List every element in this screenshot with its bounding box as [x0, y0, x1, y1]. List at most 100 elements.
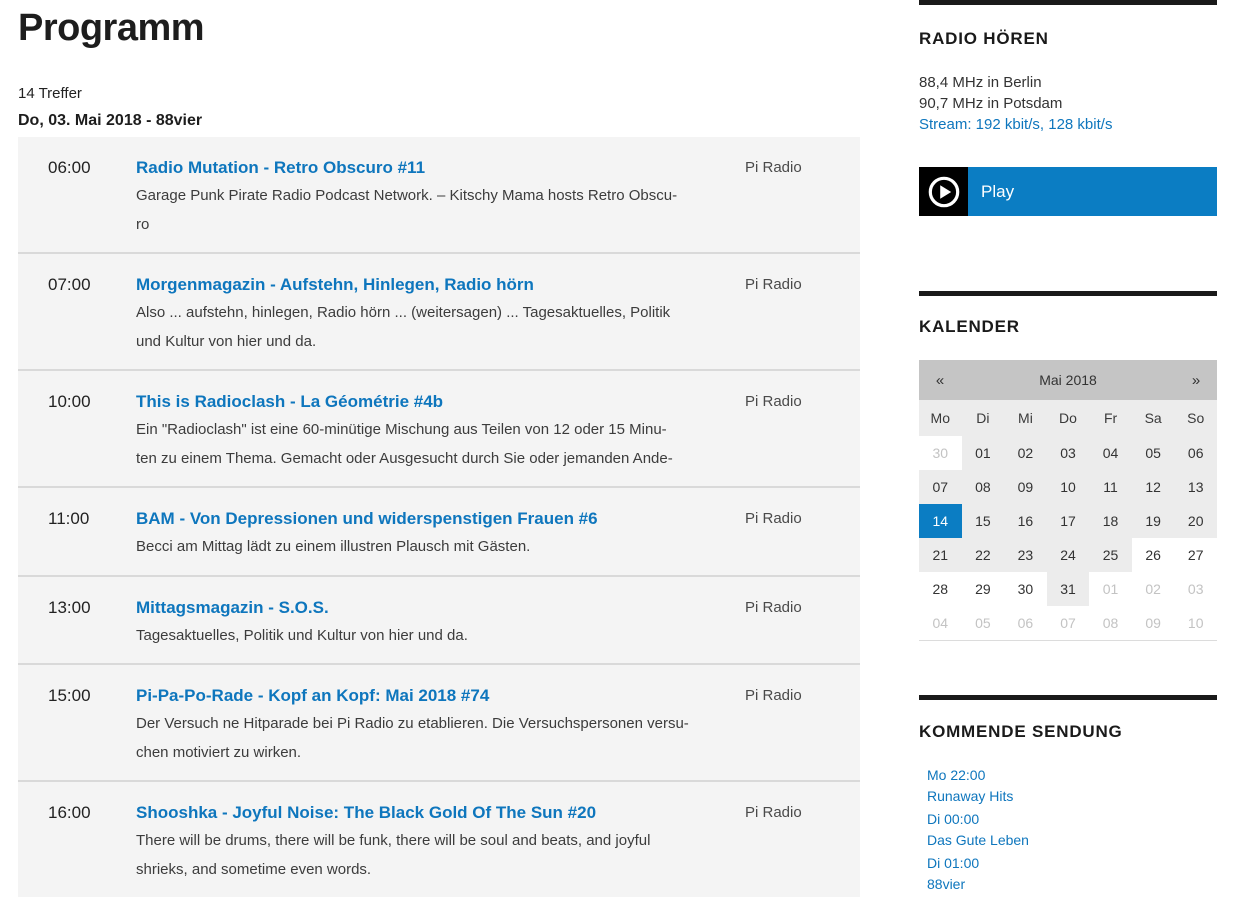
calendar-day-cell[interactable]: 14	[919, 504, 962, 538]
program-station-label: Pi Radio	[745, 154, 860, 239]
calendar-day-cell[interactable]: 06	[1004, 606, 1047, 640]
calendar-day-cell[interactable]: 06	[1174, 436, 1217, 470]
calendar-day-cell[interactable]: 02	[1132, 572, 1175, 606]
radio-hoeren-heading: RADIO HÖREN	[919, 29, 1217, 49]
program-description: There will be drums, there will be funk,…	[136, 827, 725, 884]
calendar-day-cell[interactable]: 24	[1047, 538, 1090, 572]
program-title-link[interactable]: Mittagsmagazin - S.O.S.	[136, 594, 329, 622]
calendar-day-cell[interactable]: 01	[962, 436, 1005, 470]
calendar-weekday-row: MoDiMiDoFrSaSo	[919, 400, 1217, 436]
calendar-day-cell[interactable]: 04	[1089, 436, 1132, 470]
program-row-content: Morgenmagazin - Aufstehn, Hinlegen, Radi…	[136, 271, 745, 356]
calendar-day-cell[interactable]: 30	[1004, 572, 1047, 606]
program-title-link[interactable]: Radio Mutation - Retro Obscuro #11	[136, 154, 425, 182]
calendar-day-cell[interactable]: 03	[1047, 436, 1090, 470]
calendar-prev-month-button[interactable]: «	[919, 372, 961, 389]
program-time: 13:00	[48, 594, 118, 651]
calendar-day-cell[interactable]: 30	[919, 436, 962, 470]
calendar-day-cell[interactable]: 23	[1004, 538, 1047, 572]
program-time: 16:00	[48, 799, 118, 884]
calendar-day-cell[interactable]: 10	[1174, 606, 1217, 640]
calendar-day-cell[interactable]: 28	[919, 572, 962, 606]
sidebar: RADIO HÖREN 88,4 MHz in Berlin90,7 MHz i…	[919, 0, 1217, 897]
program-row: 15:00 Pi-Pa-Po-Rade - Kopf an Kopf: Mai …	[18, 663, 860, 780]
calendar-day-cell[interactable]: 13	[1174, 470, 1217, 504]
calendar-day-cell[interactable]: 31	[1047, 572, 1090, 606]
stream-separator: ,	[1040, 116, 1048, 133]
calendar: « Mai 2018 » MoDiMiDoFrSaSo 300102030405…	[919, 360, 1217, 641]
program-description: Der Versuch ne Hitparade bei Pi Radio zu…	[136, 710, 725, 767]
upcoming-show-list: Mo 22:00 Runaway Hits Di 00:00 Das Gute …	[919, 765, 1217, 895]
section-divider	[919, 0, 1217, 5]
program-title-link[interactable]: Shooshka - Joyful Noise: The Black Gold …	[136, 799, 596, 827]
upcoming-show-time: Mo 22:00	[927, 765, 1217, 786]
calendar-day-cell[interactable]: 18	[1089, 504, 1132, 538]
frequency-line: 88,4 MHz in Berlin	[919, 72, 1217, 93]
calendar-day-cell[interactable]: 11	[1089, 470, 1132, 504]
program-description: Ein "Radioclash" ist eine 60-minütige Mi…	[136, 416, 725, 473]
calendar-day-cell[interactable]: 20	[1174, 504, 1217, 538]
upcoming-show-time: Di 01:00	[927, 853, 1217, 874]
calendar-day-cell[interactable]: 15	[962, 504, 1005, 538]
calendar-day-cell[interactable]: 07	[1047, 606, 1090, 640]
program-title-link[interactable]: Morgenmagazin - Aufstehn, Hinlegen, Radi…	[136, 271, 534, 299]
calendar-header: « Mai 2018 »	[919, 360, 1217, 400]
program-time: 11:00	[48, 505, 118, 562]
calendar-day-cell[interactable]: 01	[1089, 572, 1132, 606]
calendar-day-cell[interactable]: 03	[1174, 572, 1217, 606]
program-title-link[interactable]: This is Radioclash - La Géométrie #4b	[136, 388, 443, 416]
program-row-content: Radio Mutation - Retro Obscuro #11 Garag…	[136, 154, 745, 239]
calendar-day-cell[interactable]: 17	[1047, 504, 1090, 538]
calendar-day-cell[interactable]: 12	[1132, 470, 1175, 504]
calendar-day-cell[interactable]: 16	[1004, 504, 1047, 538]
program-row-content: This is Radioclash - La Géométrie #4b Ei…	[136, 388, 745, 473]
upcoming-show-link[interactable]: Di 00:00 Das Gute Leben	[927, 809, 1217, 851]
calendar-day-cell[interactable]: 02	[1004, 436, 1047, 470]
upcoming-show-link[interactable]: Mo 22:00 Runaway Hits	[927, 765, 1217, 807]
calendar-day-cell[interactable]: 04	[919, 606, 962, 640]
calendar-day-cell[interactable]: 22	[962, 538, 1005, 572]
calendar-next-month-button[interactable]: »	[1175, 372, 1217, 389]
page-title: Programm	[18, 7, 860, 49]
program-time: 10:00	[48, 388, 118, 473]
calendar-day-cell[interactable]: 09	[1132, 606, 1175, 640]
upcoming-show-name: Runaway Hits	[927, 786, 1217, 807]
program-row: 10:00 This is Radioclash - La Géométrie …	[18, 369, 860, 486]
calendar-day-cell[interactable]: 21	[919, 538, 962, 572]
calendar-day-cell[interactable]: 25	[1089, 538, 1132, 572]
program-row-content: BAM - Von Depressionen und widerspenstig…	[136, 505, 745, 562]
play-button-label: Play	[968, 167, 1217, 216]
program-description: Also ... aufstehn, hinlegen, Radio hörn …	[136, 299, 725, 356]
program-title-link[interactable]: BAM - Von Depressionen und widerspenstig…	[136, 505, 598, 533]
calendar-day-cell[interactable]: 05	[962, 606, 1005, 640]
calendar-weekday-label: Do	[1047, 410, 1090, 426]
program-row-content: Shooshka - Joyful Noise: The Black Gold …	[136, 799, 745, 884]
calendar-day-cell[interactable]: 19	[1132, 504, 1175, 538]
calendar-grid: 3001020304050607080910111213141516171819…	[919, 436, 1217, 641]
date-heading: Do, 03. Mai 2018 - 88vier	[18, 112, 860, 130]
stream-link-128[interactable]: 128 kbit/s	[1048, 116, 1112, 133]
program-station-label: Pi Radio	[745, 271, 860, 356]
calendar-day-cell[interactable]: 07	[919, 470, 962, 504]
program-row: 11:00 BAM - Von Depressionen und widersp…	[18, 486, 860, 575]
play-button[interactable]: Play	[919, 167, 1217, 216]
calendar-day-cell[interactable]: 08	[1089, 606, 1132, 640]
calendar-weekday-label: Di	[962, 410, 1005, 426]
stream-link-192[interactable]: Stream: 192 kbit/s	[919, 116, 1040, 133]
calendar-day-cell[interactable]: 09	[1004, 470, 1047, 504]
program-row: 07:00 Morgenmagazin - Aufstehn, Hinlegen…	[18, 252, 860, 369]
kalender-heading: KALENDER	[919, 317, 1217, 337]
calendar-day-cell[interactable]: 26	[1132, 538, 1175, 572]
calendar-weekday-label: Mo	[919, 410, 962, 426]
program-station-label: Pi Radio	[745, 505, 860, 562]
upcoming-show-link[interactable]: Di 01:00 88vier	[927, 853, 1217, 895]
stream-line: Stream: 192 kbit/s, 128 kbit/s	[919, 114, 1217, 135]
program-time: 06:00	[48, 154, 118, 239]
calendar-day-cell[interactable]: 05	[1132, 436, 1175, 470]
calendar-day-cell[interactable]: 10	[1047, 470, 1090, 504]
calendar-day-cell[interactable]: 08	[962, 470, 1005, 504]
upcoming-show-name: Das Gute Leben	[927, 830, 1217, 851]
calendar-day-cell[interactable]: 29	[962, 572, 1005, 606]
program-title-link[interactable]: Pi-Pa-Po-Rade - Kopf an Kopf: Mai 2018 #…	[136, 682, 489, 710]
calendar-day-cell[interactable]: 27	[1174, 538, 1217, 572]
